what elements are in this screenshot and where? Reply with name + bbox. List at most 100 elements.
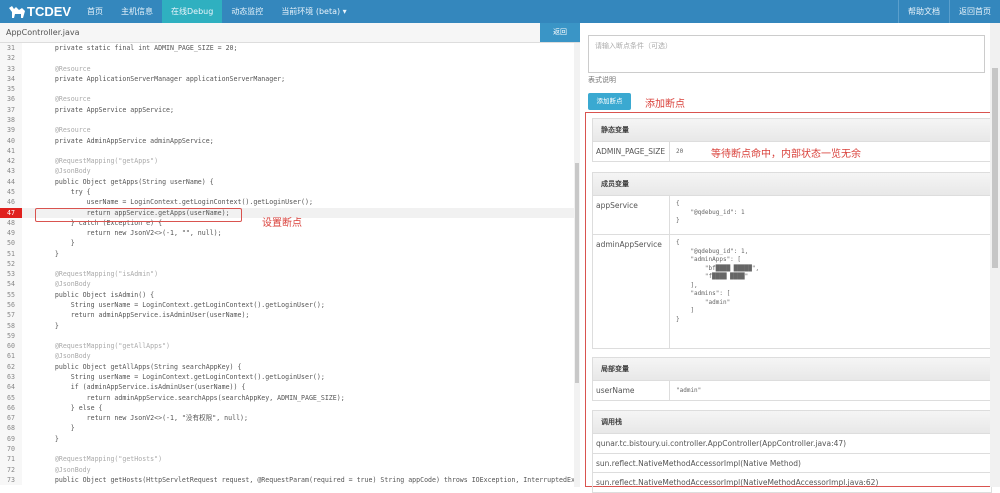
- variable-value: { "@qdebug_id": 1, "adminApps": [ "bf███…: [676, 239, 760, 323]
- line-number[interactable]: 36: [0, 94, 22, 105]
- code-text: return new JsonV2<>(-1, "", null);: [39, 229, 222, 238]
- line-number[interactable]: 43: [0, 166, 22, 177]
- code-text: } else {: [39, 403, 103, 412]
- line-number[interactable]: 42: [0, 156, 22, 167]
- code-line: 32: [0, 53, 574, 64]
- stack-frame[interactable]: qunar.tc.bistoury.ui.controller.AppContr…: [593, 433, 991, 453]
- code-line: 63 String userName = LoginContext.getLog…: [0, 372, 574, 383]
- line-number[interactable]: 69: [0, 433, 22, 444]
- code-line: 33 @Resource: [0, 63, 574, 74]
- state-annotation: 等待断点命中，内部状态一览无余: [711, 149, 861, 160]
- code-editor[interactable]: 31 private static final int ADMIN_PAGE_S…: [0, 43, 574, 487]
- variable-name: ADMIN_PAGE_SIZE: [593, 142, 670, 161]
- line-number[interactable]: 53: [0, 269, 22, 280]
- line-number[interactable]: 61: [0, 351, 22, 362]
- code-text: @RequestMapping("isAdmin"): [39, 270, 159, 279]
- code-line: 37 private AppService appService;: [0, 104, 574, 115]
- code-text: @JsonBody: [39, 465, 91, 474]
- add-breakpoint-button[interactable]: 添加断点: [588, 93, 631, 110]
- line-number[interactable]: 71: [0, 454, 22, 465]
- code-text: @JsonBody: [39, 280, 91, 289]
- line-number[interactable]: 37: [0, 104, 22, 115]
- breakpoint-condition-input[interactable]: 请输入断点条件（可选）: [588, 35, 985, 73]
- code-text: return adminAppService.isAdminUser(userN…: [39, 311, 250, 320]
- line-number[interactable]: 55: [0, 289, 22, 301]
- line-number[interactable]: 70: [0, 443, 22, 455]
- line-number[interactable]: 63: [0, 372, 22, 383]
- code-line: 45 try {: [0, 186, 574, 198]
- code-text: if (adminAppService.isAdminUser(userName…: [39, 383, 246, 392]
- line-number[interactable]: 44: [0, 176, 22, 187]
- code-line: 60 @RequestMapping("getAllApps"): [0, 341, 574, 352]
- code-line: 43 @JsonBody: [0, 166, 574, 177]
- nav-help-docs[interactable]: 帮助文档: [898, 0, 949, 23]
- breakpoint-marker[interactable]: 47: [0, 207, 22, 218]
- nav-home[interactable]: 首页: [78, 0, 112, 23]
- code-line: 69 }: [0, 433, 574, 444]
- line-number[interactable]: 73: [0, 474, 22, 486]
- nav-dynamic-monitor[interactable]: 动态监控: [222, 0, 272, 23]
- line-number[interactable]: 38: [0, 114, 22, 126]
- line-number[interactable]: 46: [0, 197, 22, 208]
- back-button[interactable]: 返回: [540, 23, 580, 42]
- line-number[interactable]: 51: [0, 248, 22, 259]
- code-line: 68 }: [0, 423, 574, 434]
- line-number[interactable]: 65: [0, 392, 22, 403]
- line-number[interactable]: 31: [0, 43, 22, 54]
- code-line: 42 @RequestMapping("getApps"): [0, 156, 574, 167]
- logo[interactable]: TCDEV: [0, 4, 78, 19]
- line-number[interactable]: 66: [0, 402, 22, 414]
- section-title: 静态变量: [593, 119, 991, 141]
- stack-frame[interactable]: sun.reflect.NativeMethodAccessorImpl(Nat…: [593, 452, 991, 473]
- code-text: @JsonBody: [39, 167, 91, 176]
- nav-online-debug[interactable]: 在线Debug: [162, 0, 223, 23]
- line-number[interactable]: 49: [0, 228, 22, 239]
- code-line: 67 return new JsonV2<>(-1, "没有权限", null)…: [0, 413, 574, 424]
- line-number[interactable]: 50: [0, 238, 22, 249]
- code-text: @Resource: [39, 95, 91, 104]
- line-number[interactable]: 41: [0, 145, 22, 157]
- code-text: public Object getAllApps(String searchAp…: [39, 362, 242, 371]
- line-number[interactable]: 52: [0, 258, 22, 270]
- line-number[interactable]: 68: [0, 423, 22, 434]
- line-number[interactable]: 40: [0, 135, 22, 146]
- code-line: 34 private ApplicationServerManager appl…: [0, 73, 574, 85]
- code-line: 70: [0, 443, 574, 455]
- code-line: 71 @RequestMapping("getHosts"): [0, 454, 574, 465]
- line-number[interactable]: 72: [0, 464, 22, 475]
- nav-back-home[interactable]: 返回首页: [949, 0, 1000, 23]
- stack-frame[interactable]: sun.reflect.NativeMethodAccessorImpl(Nat…: [593, 472, 991, 492]
- code-text: }: [39, 239, 75, 248]
- code-line: 31 private static final int ADMIN_PAGE_S…: [0, 43, 574, 54]
- code-line: 56 String userName = LoginContext.getLog…: [0, 300, 574, 311]
- line-number[interactable]: 32: [0, 53, 22, 64]
- code-text: String userName = LoginContext.getLoginC…: [39, 301, 325, 310]
- file-name: AppController.java: [6, 28, 80, 37]
- panel-scrollbar[interactable]: [990, 23, 1000, 487]
- code-text: private ApplicationServerManager applica…: [39, 74, 286, 83]
- line-number[interactable]: 54: [0, 279, 22, 290]
- code-text: @RequestMapping("getHosts"): [39, 455, 163, 464]
- line-number[interactable]: 33: [0, 63, 22, 74]
- line-number[interactable]: 64: [0, 382, 22, 393]
- line-number[interactable]: 60: [0, 341, 22, 352]
- line-number[interactable]: 67: [0, 413, 22, 424]
- code-text: @Resource: [39, 64, 91, 73]
- line-number[interactable]: 59: [0, 330, 22, 342]
- line-number[interactable]: 48: [0, 217, 22, 229]
- nav-environment-dropdown[interactable]: 当前环境 (beta) ▾: [272, 0, 355, 23]
- line-number[interactable]: 35: [0, 84, 22, 95]
- code-text: }: [39, 424, 75, 433]
- debug-panel: 请输入断点条件（可选） 表式说明 添加断点 添加断点 静态变量 ADMIN_PA…: [580, 23, 1000, 493]
- line-number[interactable]: 45: [0, 186, 22, 198]
- line-number[interactable]: 58: [0, 320, 22, 331]
- local-variables-section: 局部变量 userName "admin": [592, 357, 992, 401]
- expression-help-link[interactable]: 表式说明: [588, 75, 616, 85]
- line-number[interactable]: 56: [0, 300, 22, 311]
- nav-host-info[interactable]: 主机信息: [112, 0, 162, 23]
- line-number[interactable]: 57: [0, 310, 22, 321]
- line-number[interactable]: 39: [0, 125, 22, 136]
- line-number[interactable]: 62: [0, 361, 22, 372]
- line-number[interactable]: 34: [0, 73, 22, 85]
